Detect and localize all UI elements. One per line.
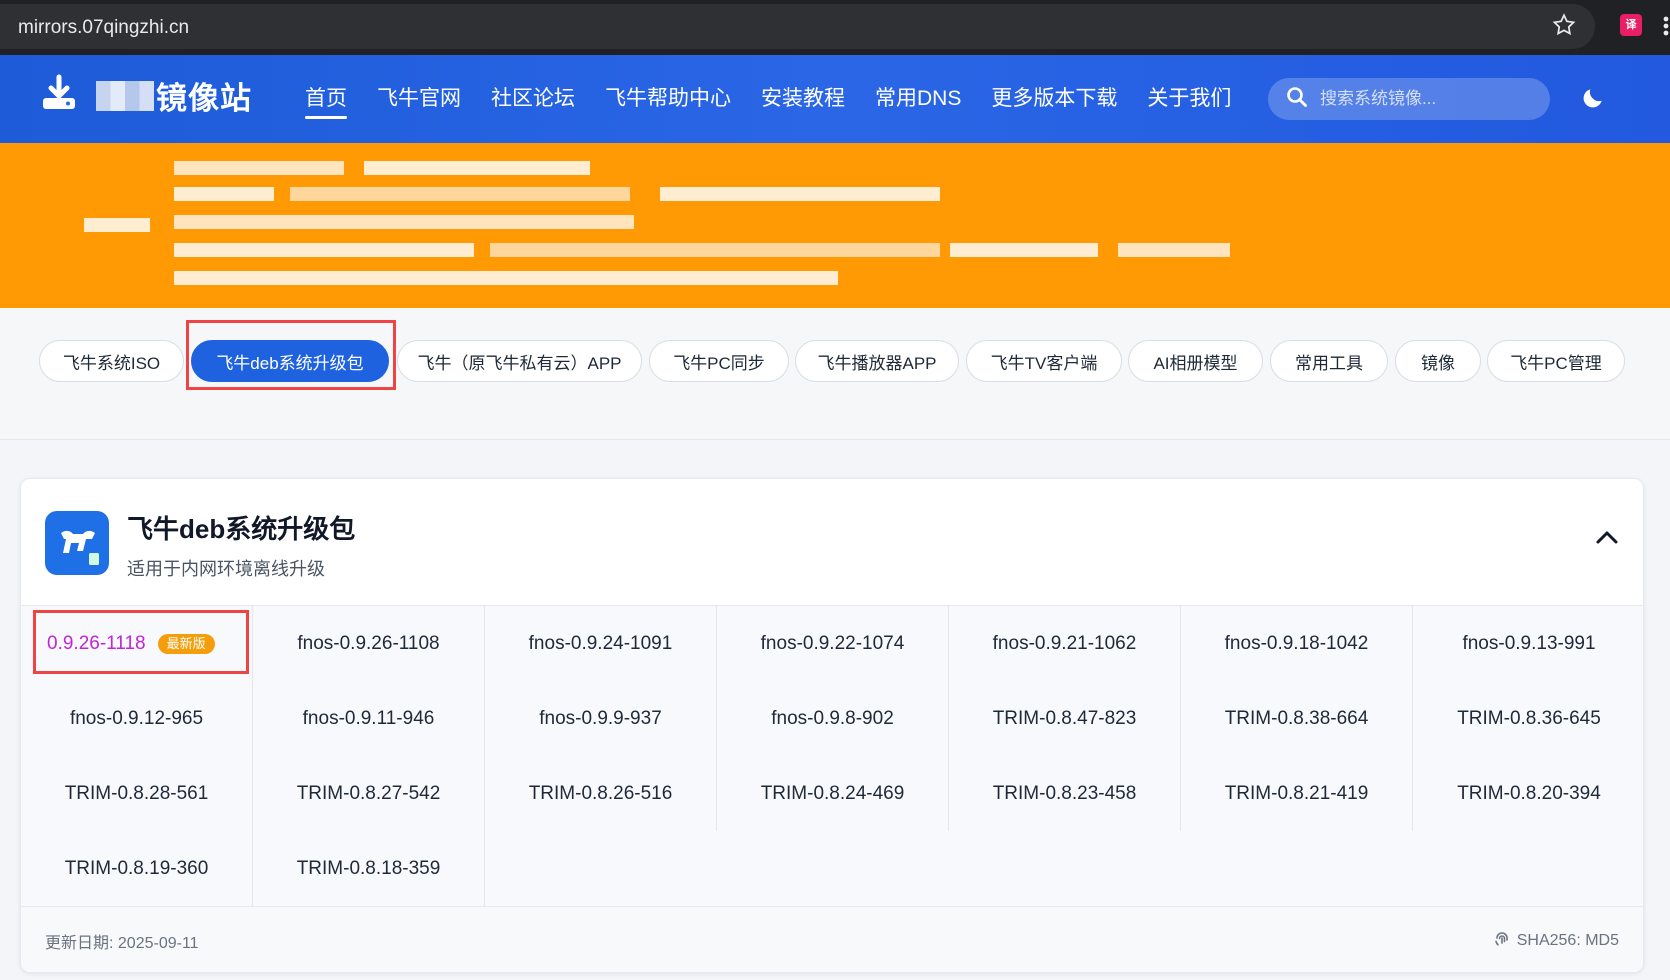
- nav-dns[interactable]: 常用DNS: [875, 55, 961, 143]
- version-link[interactable]: fnos-0.9.13-991: [1413, 606, 1643, 681]
- tab-ai-album-model[interactable]: AI相册模型: [1128, 340, 1263, 382]
- version-link[interactable]: TRIM-0.8.38-664: [1181, 681, 1413, 756]
- version-link[interactable]: TRIM-0.8.21-419: [1181, 756, 1413, 831]
- nav-forum[interactable]: 社区论坛: [491, 55, 575, 143]
- version-link[interactable]: TRIM-0.8.19-360: [21, 831, 253, 906]
- tab-common-tools[interactable]: 常用工具: [1270, 340, 1388, 382]
- version-link[interactable]: TRIM-0.8.28-561: [21, 756, 253, 831]
- card-subtitle: 适用于内网环境离线升级: [127, 559, 325, 579]
- search-input[interactable]: [1318, 88, 1542, 110]
- version-link[interactable]: TRIM-0.8.24-469: [717, 756, 949, 831]
- nav-help-center[interactable]: 飞牛帮助中心: [605, 55, 731, 143]
- bookmark-star-icon[interactable]: [1551, 12, 1577, 43]
- tab-player-app[interactable]: 飞牛播放器APP: [795, 340, 959, 382]
- category-tabs: 飞牛系统ISO 飞牛deb系统升级包 飞牛（原飞牛私有云）APP 飞牛PC同步 …: [0, 308, 1670, 440]
- tab-fnos-iso[interactable]: 飞牛系统ISO: [39, 340, 184, 382]
- version-link[interactable]: TRIM-0.8.20-394: [1413, 756, 1643, 831]
- tab-tv-client[interactable]: 飞牛TV客户端: [966, 340, 1122, 382]
- fnos-logo-icon: [45, 511, 109, 575]
- nav-official-site[interactable]: 飞牛官网: [377, 55, 461, 143]
- version-link[interactable]: TRIM-0.8.47-823: [949, 681, 1181, 756]
- fingerprint-icon: [1493, 929, 1511, 952]
- nav-more-versions[interactable]: 更多版本下载: [991, 55, 1117, 143]
- version-link[interactable]: fnos-0.9.26-1108: [253, 606, 485, 681]
- version-link[interactable]: fnos-0.9.22-1074: [717, 606, 949, 681]
- card-title: 飞牛deb系统升级包: [127, 514, 356, 544]
- url-text[interactable]: mirrors.07qingzhi.cn: [18, 17, 189, 39]
- tab-fnos-app[interactable]: 飞牛（原飞牛私有云）APP: [397, 340, 642, 382]
- browser-toolbar: mirrors.07qingzhi.cn 译: [0, 0, 1670, 55]
- version-link[interactable]: fnos-0.9.21-1062: [949, 606, 1181, 681]
- version-link[interactable]: fnos-0.9.11-946: [253, 681, 485, 756]
- version-link[interactable]: TRIM-0.8.36-645: [1413, 681, 1643, 756]
- version-label: 0.9.26-1118: [47, 632, 146, 654]
- version-grid: 0.9.26-1118 最新版 fnos-0.9.26-1108 fnos-0.…: [21, 606, 1643, 906]
- hash-text: SHA256: MD5: [1516, 931, 1619, 949]
- site-logo[interactable]: 镜像站: [40, 73, 252, 118]
- nav-home[interactable]: 首页: [305, 55, 347, 143]
- announcement-banner-pixelated: [0, 143, 1670, 308]
- version-link[interactable]: fnos-0.9.8-902: [717, 681, 949, 756]
- nav-about[interactable]: 关于我们: [1147, 55, 1231, 143]
- translate-extension-icon[interactable]: 译: [1620, 14, 1642, 36]
- search-icon: [1286, 86, 1308, 113]
- hash-info: SHA256: MD5: [1493, 929, 1619, 952]
- download-icon: [40, 74, 78, 117]
- version-link[interactable]: fnos-0.9.24-1091: [485, 606, 717, 681]
- version-link[interactable]: TRIM-0.8.27-542: [253, 756, 485, 831]
- tab-deb-upgrade[interactable]: 飞牛deb系统升级包: [191, 340, 389, 382]
- deb-upgrade-card: 飞牛deb系统升级包 适用于内网环境离线升级 0.9.26-1118 最新版 f…: [20, 478, 1644, 973]
- version-link[interactable]: TRIM-0.8.23-458: [949, 756, 1181, 831]
- site-header: 镜像站 首页 飞牛官网 社区论坛 飞牛帮助中心 安装教程 常用DNS 更多版本下…: [0, 55, 1670, 143]
- card-header[interactable]: 飞牛deb系统升级包 适用于内网环境离线升级: [21, 479, 1643, 606]
- more-icon[interactable]: [1660, 12, 1670, 40]
- tab-mirror[interactable]: 镜像: [1395, 340, 1481, 382]
- version-link[interactable]: fnos-0.9.12-965: [21, 681, 253, 756]
- version-link[interactable]: TRIM-0.8.18-359: [253, 831, 485, 906]
- main-nav: 首页 飞牛官网 社区论坛 飞牛帮助中心 安装教程 常用DNS 更多版本下载 关于…: [305, 55, 1261, 143]
- version-link[interactable]: 0.9.26-1118 最新版: [21, 606, 253, 681]
- search-box: [1268, 78, 1550, 120]
- version-link[interactable]: fnos-0.9.18-1042: [1181, 606, 1413, 681]
- version-link[interactable]: fnos-0.9.9-937: [485, 681, 717, 756]
- tab-pc-manager[interactable]: 飞牛PC管理: [1487, 340, 1625, 382]
- address-bar[interactable]: mirrors.07qingzhi.cn: [0, 4, 1595, 49]
- version-link[interactable]: TRIM-0.8.26-516: [485, 756, 717, 831]
- update-date: 更新日期: 2025-09-11: [45, 935, 199, 952]
- tab-pc-sync[interactable]: 飞牛PC同步: [649, 340, 789, 382]
- latest-badge: 最新版: [157, 633, 215, 654]
- logo-name-pixelated: [96, 80, 154, 111]
- dark-mode-moon-icon[interactable]: [1580, 85, 1606, 116]
- logo-text: 镜像站: [156, 81, 252, 116]
- card-footer: 更新日期: 2025-09-11 SHA256: MD5: [21, 906, 1643, 972]
- nav-install-guide[interactable]: 安装教程: [761, 55, 845, 143]
- chevron-up-icon[interactable]: [1593, 523, 1621, 556]
